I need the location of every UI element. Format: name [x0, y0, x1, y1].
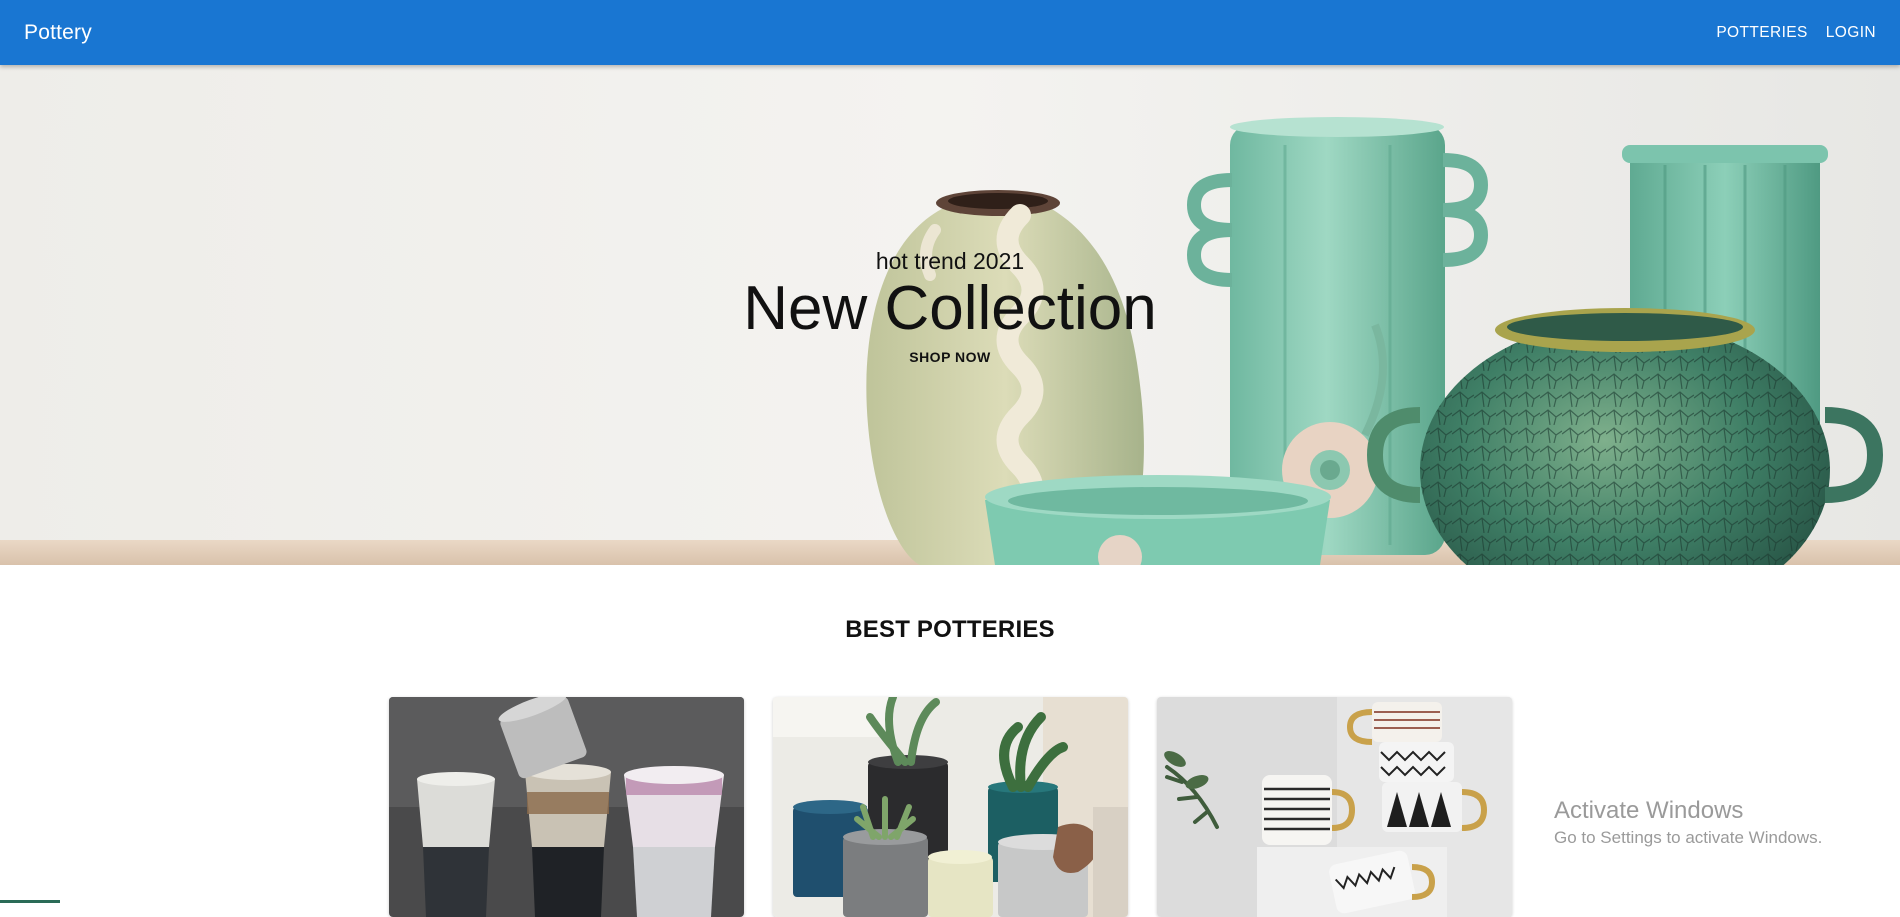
watermark-subtitle: Go to Settings to activate Windows.	[1554, 828, 1823, 847]
hero-title: New Collection	[743, 274, 1157, 343]
nav-login-link[interactable]: LOGIN	[1826, 24, 1876, 42]
potteries-card-grid	[389, 697, 1512, 917]
nav-potteries-link[interactable]: POTTERIES	[1716, 24, 1807, 42]
brand-logo-link[interactable]: Pottery	[24, 21, 92, 45]
succulent-planters-image	[773, 697, 1128, 917]
nav-links: POTTERIES LOGIN	[1716, 24, 1876, 42]
shop-now-button[interactable]: SHOP NOW	[909, 349, 991, 365]
watermark-title: Activate Windows	[1554, 797, 1744, 824]
striped-mugs-image	[1157, 697, 1512, 917]
windows-activation-watermark: Activate Windows Go to Settings to activ…	[1554, 797, 1822, 851]
hero-text-block: hot trend 2021 New Collection SHOP NOW	[0, 65, 1900, 565]
best-potteries-heading: BEST POTTERIES	[845, 616, 1055, 643]
top-app-bar: Pottery POTTERIES LOGIN	[0, 0, 1900, 65]
hero-banner: hot trend 2021 New Collection SHOP NOW	[0, 65, 1900, 565]
stacked-cups-image	[389, 697, 744, 917]
pottery-card-stacked-cups[interactable]	[389, 697, 744, 917]
pottery-card-planters[interactable]	[773, 697, 1128, 917]
pottery-card-mugs[interactable]	[1157, 697, 1512, 917]
hero-subtitle: hot trend 2021	[875, 248, 1025, 274]
